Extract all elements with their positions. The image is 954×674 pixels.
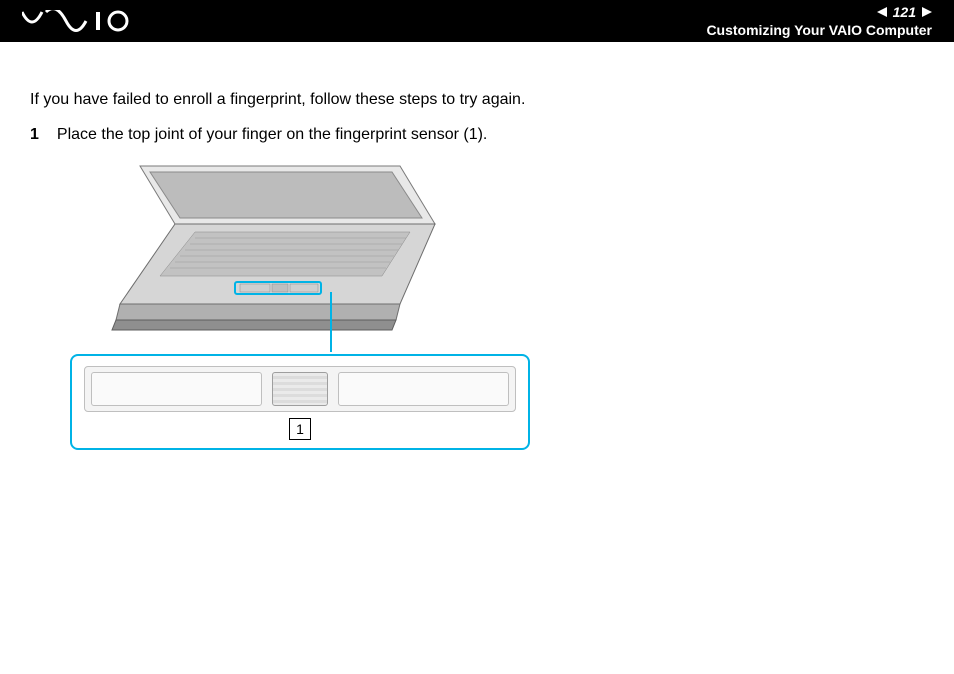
callout-label-text: 1 — [296, 419, 304, 439]
laptop-illustration — [100, 164, 460, 344]
step-text: Place the top joint of your finger on th… — [57, 123, 487, 146]
fingerprint-sensor-icon — [272, 372, 328, 406]
step-number: 1 — [30, 123, 39, 146]
step-row: 1 Place the top joint of your finger on … — [30, 123, 924, 146]
sensor-left-button — [91, 372, 262, 406]
page-content: If you have failed to enroll a fingerpri… — [0, 42, 954, 450]
header-right: 121 Customizing Your VAIO Computer — [706, 4, 932, 38]
prev-page-arrow-icon[interactable] — [877, 7, 887, 17]
page-number: 121 — [893, 4, 916, 20]
page-navigation: 121 — [877, 4, 932, 20]
callout-label-box: 1 — [289, 418, 311, 440]
callout-connector-line — [330, 292, 332, 352]
intro-text: If you have failed to enroll a fingerpri… — [30, 88, 924, 111]
next-page-arrow-icon[interactable] — [922, 7, 932, 17]
header-bar: 121 Customizing Your VAIO Computer — [0, 0, 954, 42]
sensor-bar-diagram — [84, 366, 516, 412]
sensor-right-button — [338, 372, 509, 406]
vaio-logo — [22, 10, 132, 32]
section-title: Customizing Your VAIO Computer — [706, 22, 932, 38]
figure-area: 1 — [70, 164, 530, 450]
fingerprint-sensor-callout: 1 — [70, 354, 530, 450]
